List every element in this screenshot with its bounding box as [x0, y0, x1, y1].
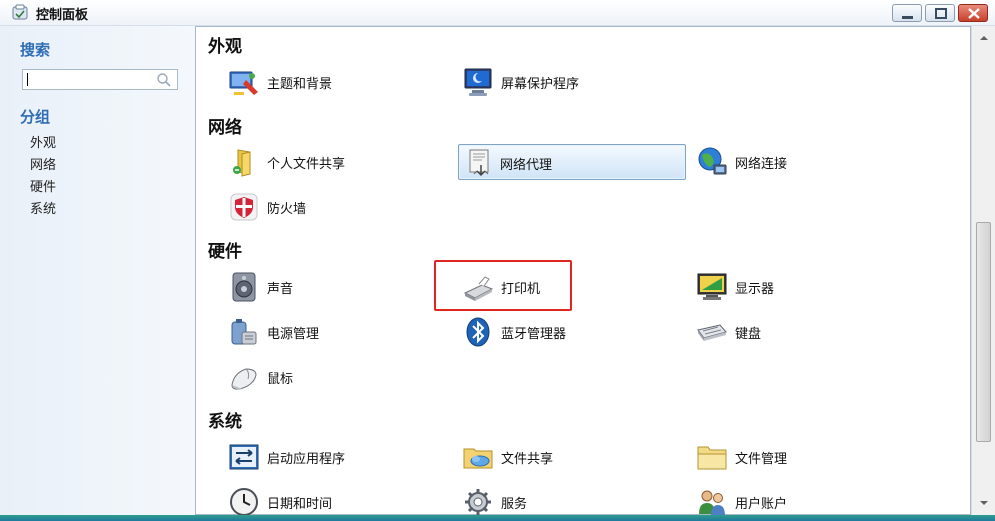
scroll-up-arrow-icon[interactable]: [977, 31, 991, 45]
item-bluetooth-manager[interactable]: 蓝牙管理器: [448, 314, 668, 350]
keyboard-icon: [697, 324, 727, 341]
printer-highlight-frame: [434, 260, 572, 311]
item-label: 防火墙: [267, 202, 307, 217]
item-label: 鼠标: [267, 372, 294, 387]
item-sound[interactable]: 声音: [214, 269, 434, 305]
search-heading: 搜索: [20, 41, 51, 59]
themes-icon: [229, 71, 258, 95]
item-label: 文件管理: [735, 452, 788, 467]
item-display[interactable]: 显示器: [682, 269, 902, 305]
item-file-management[interactable]: 文件管理: [682, 439, 902, 475]
speaker-icon: [232, 272, 256, 302]
section-title-network: 网络: [208, 118, 242, 138]
gear-icon: [465, 489, 491, 515]
item-label: 显示器: [735, 282, 775, 297]
item-screensaver[interactable]: 屏幕保护程序: [448, 64, 668, 100]
item-label: 日期和时间: [267, 497, 333, 512]
item-file-sharing[interactable]: 文件共享: [448, 439, 668, 475]
item-network-proxy[interactable]: 网络代理: [458, 144, 686, 180]
item-startup-applications[interactable]: 启动应用程序: [214, 439, 434, 475]
item-label: 服务: [501, 497, 528, 512]
search-input[interactable]: [22, 69, 178, 90]
item-themes-backgrounds[interactable]: 主题和背景: [214, 64, 434, 100]
sidebar: 搜索 分组 外观 网络 硬件 系统: [0, 26, 195, 521]
window-title: 控制面板: [36, 8, 89, 23]
item-label: 网络代理: [500, 158, 553, 173]
main-panel: 外观 主题和背景 屏幕保护程序 网络 个人文件共享 网络代理 网络连接 防火墙 …: [195, 26, 971, 516]
sidebar-link-system[interactable]: 系统: [30, 202, 56, 218]
users-icon: [699, 490, 725, 516]
item-power-management[interactable]: 电源管理: [214, 314, 434, 350]
firewall-shield-icon: [230, 193, 258, 221]
item-label: 用户账户: [735, 497, 788, 512]
startup-apps-icon: [229, 444, 259, 470]
power-battery-icon: [231, 319, 257, 345]
item-firewall[interactable]: 防火墙: [214, 189, 434, 225]
sidebar-link-network[interactable]: 网络: [30, 158, 56, 174]
bluetooth-icon: [466, 317, 490, 347]
network-globe-icon: [698, 147, 727, 175]
minimize-button[interactable]: [892, 4, 922, 22]
screensaver-icon: [464, 68, 492, 96]
section-title-hardware: 硬件: [208, 242, 242, 262]
taskbar-strip: [0, 515, 995, 521]
control-panel-icon: [12, 4, 28, 20]
item-label: 个人文件共享: [267, 157, 346, 172]
title-bar: 控制面板: [0, 0, 995, 26]
close-icon: [968, 8, 980, 19]
section-title-appearance: 外观: [208, 37, 242, 57]
scroll-thumb[interactable]: [976, 222, 991, 442]
group-heading: 分组: [20, 108, 51, 126]
item-mouse[interactable]: 鼠标: [214, 359, 434, 395]
folder-icon: [697, 446, 727, 470]
vertical-scrollbar[interactable]: [971, 26, 995, 515]
sidebar-link-hardware[interactable]: 硬件: [30, 180, 56, 196]
mouse-icon: [231, 368, 257, 390]
folder-share-icon: [233, 149, 251, 177]
display-icon: [697, 273, 727, 300]
item-label: 电源管理: [267, 327, 320, 342]
item-label: 主题和背景: [267, 77, 333, 92]
item-label: 网络连接: [735, 157, 788, 172]
minimize-icon: [902, 16, 913, 19]
item-label: 声音: [267, 282, 294, 297]
section-title-system: 系统: [208, 412, 242, 432]
item-network-connections[interactable]: 网络连接: [682, 144, 902, 180]
item-keyboard[interactable]: 键盘: [682, 314, 902, 350]
item-label: 键盘: [735, 327, 762, 342]
scroll-down-arrow-icon[interactable]: [977, 496, 991, 510]
clock-icon: [230, 488, 258, 516]
sidebar-link-appearance[interactable]: 外观: [30, 136, 56, 152]
text-caret: [27, 73, 28, 86]
item-personal-file-sharing[interactable]: 个人文件共享: [214, 144, 434, 180]
maximize-icon: [935, 8, 947, 19]
maximize-button[interactable]: [925, 4, 955, 22]
close-button[interactable]: [958, 4, 988, 22]
item-label: 启动应用程序: [267, 452, 346, 467]
network-proxy-icon: [469, 149, 489, 177]
item-label: 文件共享: [501, 452, 554, 467]
shared-folder-icon: [463, 448, 493, 469]
search-icon[interactable]: [156, 72, 172, 88]
item-label: 屏幕保护程序: [501, 77, 580, 92]
item-label: 蓝牙管理器: [501, 327, 567, 342]
